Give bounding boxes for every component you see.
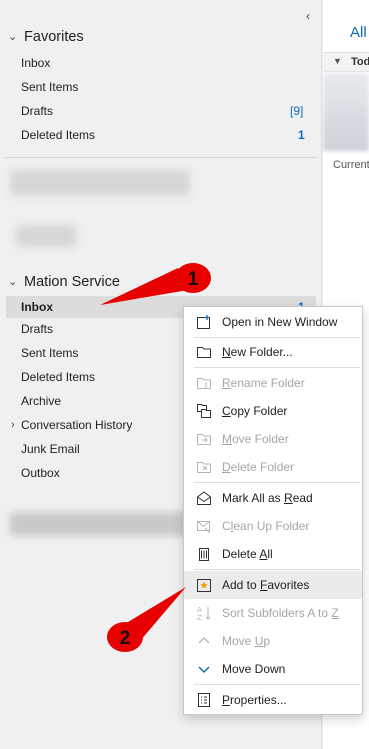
menu-clean-up-folder: Clean Up Folder [184,512,362,540]
favorites-label: Favorites [24,29,84,45]
folder-deleted-items[interactable]: Deleted Items [21,366,95,388]
menu-sort-subfolders: AZ Sort Subfolders A to Z [196,605,339,621]
chevron-down-icon: ⌄ [8,31,18,43]
menu-open-new-window[interactable]: Open in New Window [184,308,362,336]
menu-rename-folder: Rename Folder [184,369,362,397]
menu-label: Open in New Window [222,315,338,329]
redacted-account-3 [10,512,190,536]
message-snippet: Current [333,159,369,171]
collapse-pane-icon[interactable]: ‹ [302,8,314,24]
menu-copy-folder[interactable]: Copy Folder [184,397,362,425]
svg-text:Z: Z [197,614,202,621]
move-folder-icon [196,431,212,447]
menu-separator [194,482,360,483]
delete-all-icon [196,546,212,562]
menu-delete-folder: Delete Folder [184,453,362,481]
menu-properties[interactable]: Properties... [184,686,362,714]
account-label: Mation Service [24,274,120,290]
menu-move-up: Move Up [184,627,362,655]
chevron-right-icon[interactable]: › [11,419,15,431]
menu-move-down[interactable]: Move Down [184,655,362,683]
tab-all[interactable]: All [350,24,367,41]
menu-move-folder: Move Folder [184,425,362,453]
properties-icon [196,692,212,708]
folder-drafts[interactable]: Drafts [21,318,53,340]
redacted-account-2 [16,225,76,247]
open-envelope-icon [196,490,212,506]
group-header-today: Tod [351,56,369,68]
redacted-account [10,170,190,196]
favorites-group-header[interactable]: ⌄ Favorites [8,26,84,48]
folder-sent-items[interactable]: Sent Items [21,342,78,364]
folder-outbox[interactable]: Outbox [21,462,60,484]
chevron-down-icon[interactable]: ▼ [333,56,342,66]
open-new-window-icon [196,314,212,330]
deleted-items-count: 1 [298,128,305,142]
sort-az-icon: AZ [196,605,212,621]
menu-label: Move Down [222,662,286,676]
favorites-item-sent-items[interactable]: Sent Items [21,76,78,98]
menu-separator [194,367,360,368]
folder-archive[interactable]: Archive [21,390,61,412]
favorites-item-drafts[interactable]: Drafts [21,100,53,122]
menu-add-to-favorites[interactable]: Add to Favorites [184,571,362,599]
menu-mark-all-read[interactable]: Mark All as Read [184,484,362,512]
message-preview-image [323,73,369,151]
copy-folder-icon [196,403,212,419]
menu-new-folder[interactable]: New Folder... [184,338,362,366]
menu-separator [194,569,360,570]
favorites-item-deleted-items[interactable]: Deleted Items [21,124,95,146]
delete-folder-icon [196,459,212,475]
favorites-item-inbox[interactable]: Inbox [21,52,50,74]
divider [5,157,317,158]
folder-icon [196,344,212,360]
menu-separator [194,684,360,685]
folder-inbox[interactable]: Inbox [21,296,53,318]
star-folder-icon [196,577,212,593]
folder-context-menu: Open in New Window New Folder... Rename … [183,306,363,715]
rename-folder-icon [196,375,212,391]
chevron-down-icon [196,661,212,677]
chevron-up-icon [196,633,212,649]
drafts-count: [9] [290,104,304,118]
folder-conversation-history[interactable]: Conversation History [21,414,132,436]
clean-up-icon [196,518,212,534]
chevron-down-icon: ⌄ [8,276,18,288]
account-group-header[interactable]: ⌄ Mation Service [8,271,120,293]
menu-delete-all[interactable]: Delete All [184,540,362,568]
folder-junk-email[interactable]: Junk Email [21,438,80,460]
svg-text:A: A [197,606,202,614]
